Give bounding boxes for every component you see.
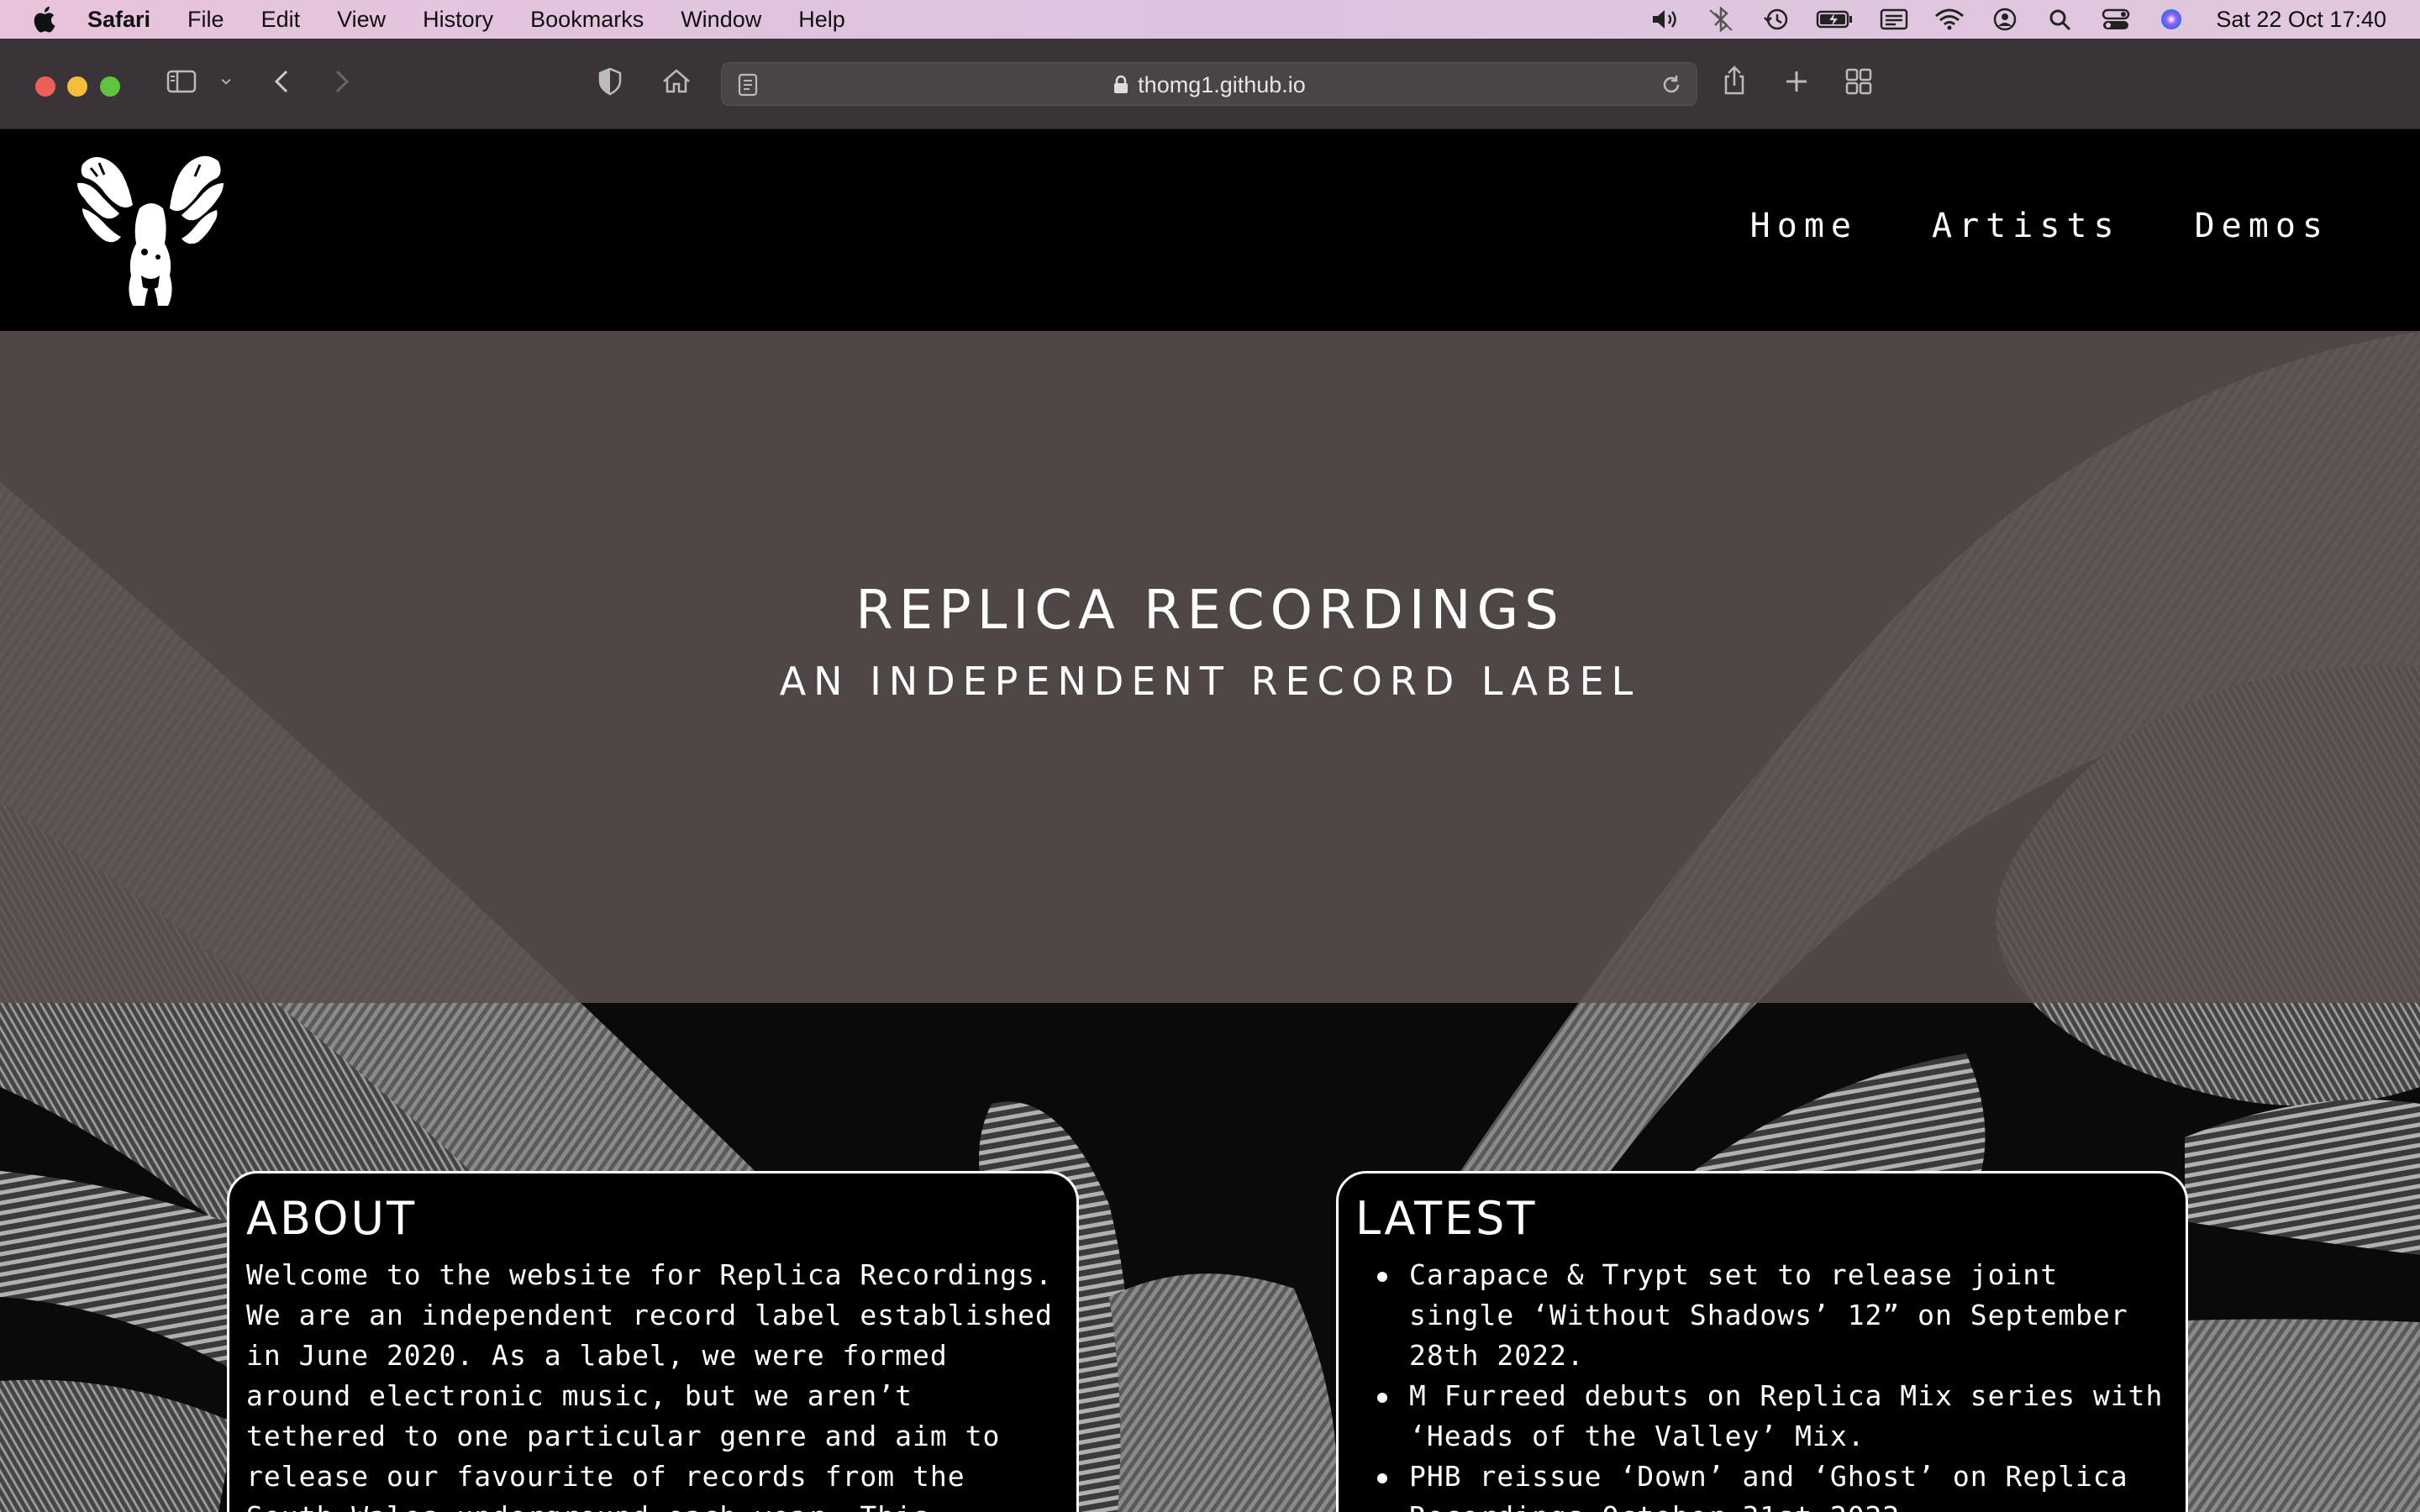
hero-subtitle: AN INDEPENDENT RECORD LABEL: [779, 659, 1641, 704]
menu-file[interactable]: File: [187, 7, 224, 33]
minimize-window-button[interactable]: [67, 76, 87, 97]
menu-app-name[interactable]: Safari: [87, 7, 150, 33]
replica-logo-icon[interactable]: [74, 150, 227, 309]
reload-icon[interactable]: [1660, 73, 1683, 97]
control-center-icon[interactable]: [2100, 7, 2132, 32]
web-page: Home Artists Demos REPLICA RECORDINGS AN…: [0, 131, 2420, 1512]
main-nav: Home Artists Demos: [1676, 207, 2329, 245]
spotlight-icon[interactable]: [2044, 7, 2076, 32]
back-icon[interactable]: [264, 60, 301, 102]
siri-icon[interactable]: [2155, 7, 2187, 32]
apple-menu-icon[interactable]: [0, 5, 87, 34]
zoom-window-button[interactable]: [100, 76, 120, 97]
nav-artists[interactable]: Artists: [1932, 207, 2121, 245]
about-text: Welcome to the website for Replica Recor…: [246, 1258, 1053, 1512]
hero-banner: REPLICA RECORDINGS AN INDEPENDENT RECORD…: [0, 331, 2420, 1003]
about-heading: ABOUT: [246, 1192, 418, 1245]
chevron-down-icon[interactable]: [213, 60, 239, 102]
list-item: Carapace & Trypt set to release joint si…: [1355, 1255, 2169, 1376]
time-machine-icon[interactable]: [1760, 7, 1792, 32]
battery-icon[interactable]: [1816, 7, 1854, 32]
close-window-button[interactable]: [35, 76, 55, 97]
user-icon[interactable]: [1989, 7, 2021, 32]
sidebar-toggle-icon[interactable]: [161, 60, 202, 102]
privacy-shield-icon[interactable]: [592, 60, 629, 102]
site-header: Home Artists Demos: [0, 131, 2420, 331]
about-card: ABOUT Welcome to the website for Replica…: [227, 1171, 1079, 1512]
nav-home[interactable]: Home: [1750, 207, 1858, 245]
menubar-clock[interactable]: Sat 22 Oct 17:40: [2216, 7, 2386, 33]
latest-list: Carapace & Trypt set to release joint si…: [1355, 1255, 2169, 1512]
url-text[interactable]: thomg1.github.io: [1138, 72, 1306, 98]
menu-window[interactable]: Window: [681, 7, 761, 33]
tab-overview-icon[interactable]: [1840, 60, 1877, 102]
keyboard-input-icon[interactable]: [1878, 7, 1910, 32]
new-tab-icon[interactable]: [1778, 60, 1815, 102]
wifi-icon[interactable]: [1933, 7, 1965, 32]
latest-card: LATEST Carapace & Trypt set to release j…: [1336, 1171, 2188, 1512]
nav-demos[interactable]: Demos: [2195, 207, 2329, 245]
list-item: M Furreed debuts on Replica Mix series w…: [1355, 1376, 2169, 1457]
list-item: PHB reissue ‘Down’ and ‘Ghost’ on Replic…: [1355, 1457, 2169, 1512]
volume-icon[interactable]: [1649, 7, 1681, 32]
bluetooth-icon[interactable]: [1705, 7, 1737, 32]
menu-edit[interactable]: Edit: [261, 7, 301, 33]
home-icon[interactable]: [657, 60, 696, 102]
menu-view[interactable]: View: [337, 7, 386, 33]
menu-history[interactable]: History: [423, 7, 493, 33]
share-icon[interactable]: [1716, 60, 1753, 102]
macos-menu-bar: Safari File Edit View History Bookmarks …: [0, 0, 2420, 39]
browser-toolbar: thomg1.github.io: [0, 39, 2420, 129]
forward-icon[interactable]: [323, 60, 360, 102]
hero-title: REPLICA RECORDINGS: [855, 580, 1565, 642]
menu-help[interactable]: Help: [798, 7, 845, 33]
menu-bookmarks[interactable]: Bookmarks: [530, 7, 644, 33]
latest-heading: LATEST: [1355, 1192, 1538, 1245]
address-bar[interactable]: thomg1.github.io: [721, 62, 1697, 106]
lock-icon: [1114, 75, 1128, 93]
